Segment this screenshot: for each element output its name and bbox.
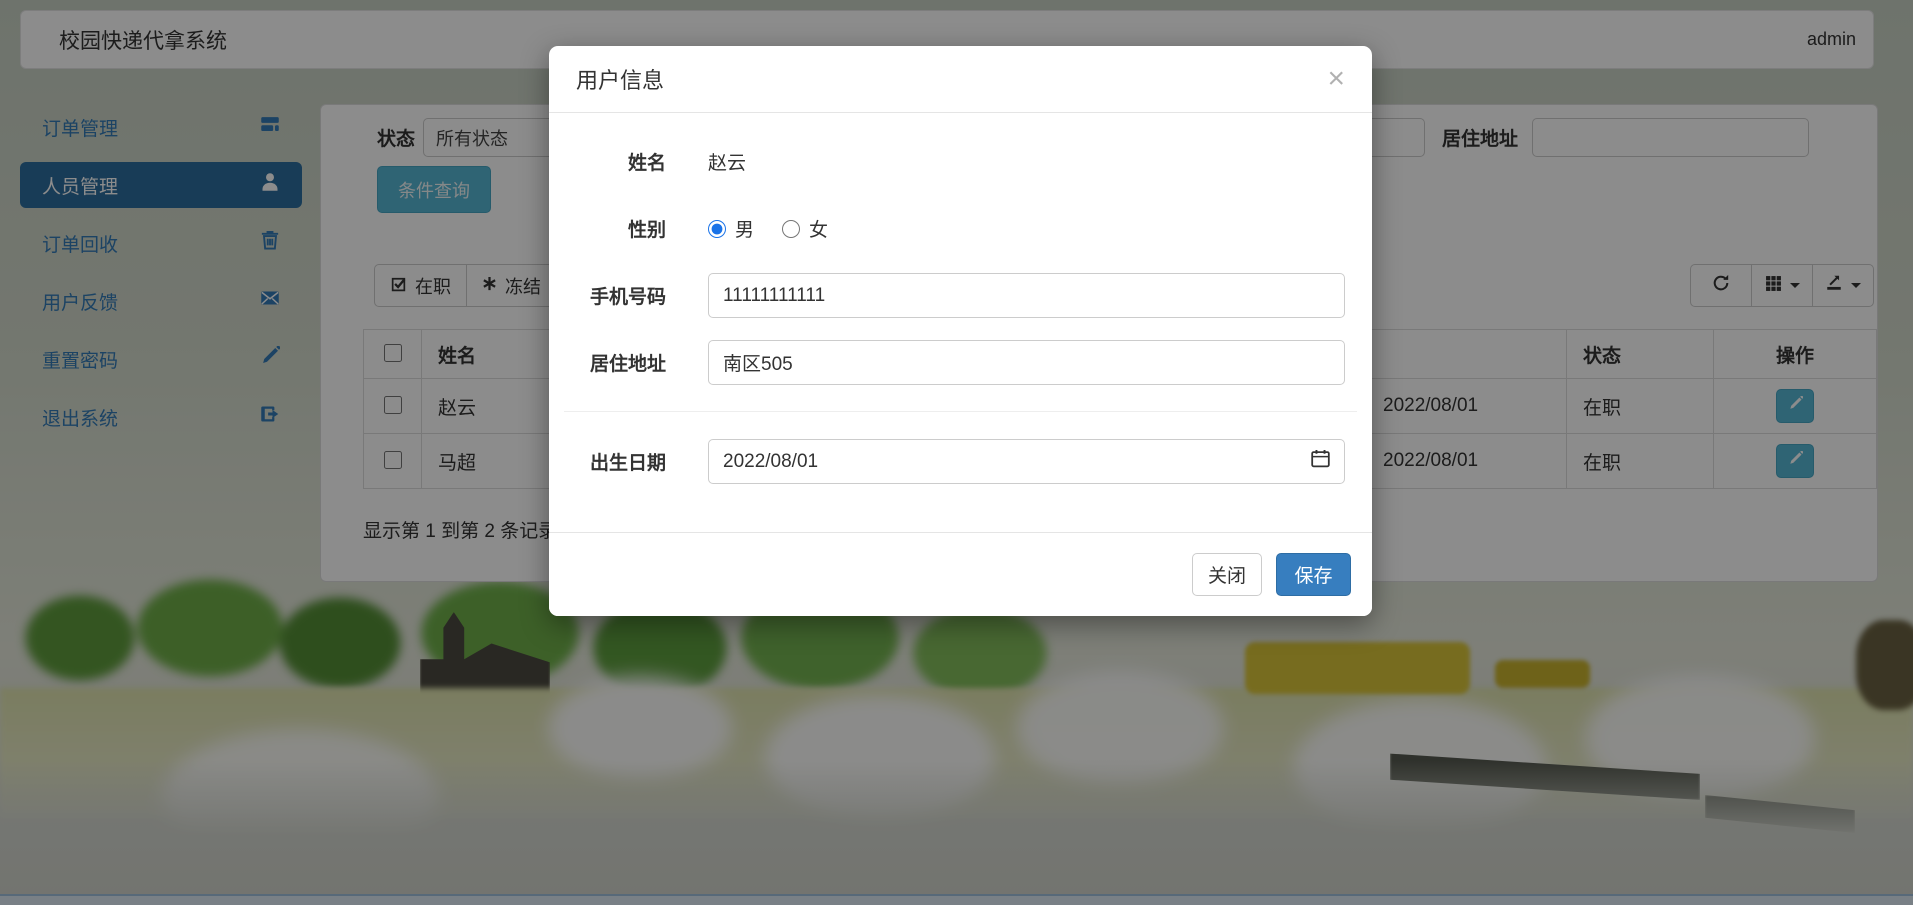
modal-title: 用户信息: [576, 68, 665, 93]
gender-label: 性别: [627, 220, 666, 241]
phone-input[interactable]: [708, 273, 1345, 318]
gender-female-option[interactable]: 女: [782, 215, 828, 242]
address-label: 居住地址: [589, 354, 666, 375]
birth-date-value: 2022/08/01: [723, 450, 819, 472]
birth-date-input[interactable]: 2022/08/01: [708, 439, 1345, 484]
modal-header: 用户信息 ×: [549, 46, 1372, 113]
name-value: 赵云: [708, 153, 747, 174]
gender-female-label: 女: [809, 220, 829, 241]
address-field-row: 居住地址: [576, 340, 1345, 385]
calendar-icon[interactable]: [1311, 449, 1330, 474]
gender-male-option[interactable]: 男: [708, 215, 754, 242]
close-icon[interactable]: ×: [1327, 64, 1345, 94]
modal-body: 姓名 赵云 性别 男 女 手机号码 11111111111 居住地址 南区505…: [549, 113, 1372, 484]
phone-field-row: 手机号码: [576, 273, 1345, 318]
gender-radio-group: 男 女: [708, 215, 828, 242]
birth-field-row: 出生日期 2022/08/01: [576, 439, 1345, 484]
gender-field-row: 性别 男 女: [576, 206, 1345, 251]
name-field-row: 姓名 赵云: [576, 139, 1345, 184]
address-input[interactable]: [708, 340, 1345, 385]
gender-male-radio[interactable]: [708, 219, 726, 238]
phone-label: 手机号码: [589, 287, 666, 308]
gender-female-radio[interactable]: [782, 219, 801, 238]
name-label: 姓名: [627, 153, 666, 174]
modal-footer: 关闭 保存: [549, 532, 1372, 616]
birth-label: 出生日期: [589, 453, 666, 474]
modal-close-button[interactable]: 关闭: [1192, 553, 1262, 596]
modal-save-button[interactable]: 保存: [1276, 553, 1351, 596]
gender-male-label: 男: [735, 220, 755, 241]
user-info-modal: 用户信息 × 姓名 赵云 性别 男 女 手机号码 11111111111 居住地…: [549, 46, 1372, 616]
form-divider: [564, 411, 1357, 412]
